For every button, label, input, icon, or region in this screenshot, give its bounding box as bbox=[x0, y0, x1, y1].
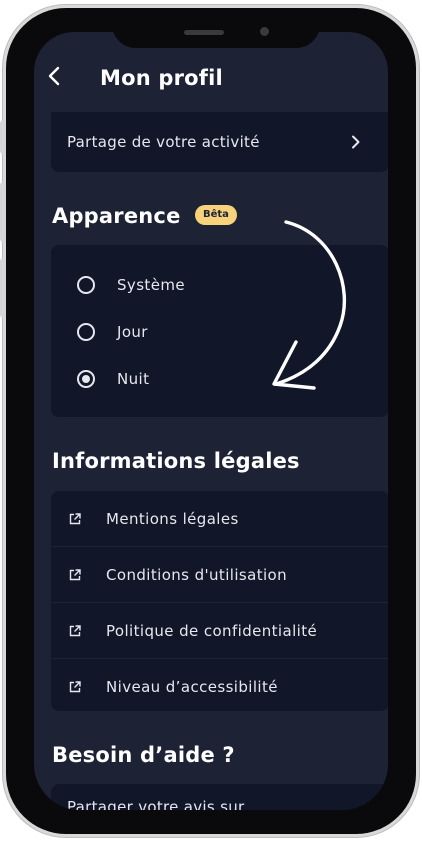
radio-button-system[interactable] bbox=[77, 276, 95, 294]
chevron-right-icon[interactable] bbox=[351, 809, 361, 810]
activity-sharing-row[interactable]: Partage de votre activité bbox=[51, 112, 388, 172]
legal-item-privacy[interactable]: Politique de confidentialité bbox=[51, 602, 388, 658]
external-link-icon bbox=[69, 512, 81, 524]
legal-item-conditions[interactable]: Conditions d'utilisation bbox=[51, 546, 388, 602]
phone-side-button bbox=[0, 120, 6, 154]
chevron-left-icon bbox=[48, 66, 60, 86]
back-button[interactable] bbox=[48, 66, 68, 92]
theme-option-label: Jour bbox=[117, 323, 148, 341]
external-link-icon bbox=[69, 624, 81, 636]
phone-side-button bbox=[0, 182, 6, 242]
phone-frame: Mon profil Partage de votre activité App… bbox=[0, 8, 416, 834]
legal-card: Mentions légales Conditions d'utilisatio… bbox=[51, 491, 388, 711]
theme-option-label: Système bbox=[117, 276, 185, 294]
legal-item-accessibility[interactable]: Niveau d’accessibilité bbox=[51, 658, 388, 714]
app-screen: Mon profil Partage de votre activité App… bbox=[34, 32, 388, 810]
theme-option-day[interactable]: Jour bbox=[77, 320, 148, 344]
activity-card: Partage de votre activité bbox=[51, 112, 388, 172]
external-link-icon bbox=[69, 568, 81, 580]
speaker-grille bbox=[184, 30, 224, 35]
legal-item-mentions[interactable]: Mentions légales bbox=[51, 491, 388, 546]
help-card: Partager votre avis sur l'application bbox=[51, 784, 388, 810]
feedback-row[interactable]: Partager votre avis sur l'application bbox=[67, 796, 317, 810]
legal-item-label: Niveau d’accessibilité bbox=[106, 677, 278, 696]
legal-item-label: Mentions légales bbox=[106, 509, 239, 528]
radio-button-day[interactable] bbox=[77, 323, 95, 341]
legal-title: Informations légales bbox=[52, 449, 300, 473]
external-link-icon bbox=[69, 680, 81, 692]
phone-side-button bbox=[0, 258, 6, 318]
chevron-right-icon bbox=[352, 135, 360, 149]
radio-button-night[interactable] bbox=[77, 370, 95, 388]
theme-option-system[interactable]: Système bbox=[77, 273, 185, 297]
feedback-label: Partager votre avis sur l'application bbox=[67, 798, 245, 810]
theme-option-label: Nuit bbox=[117, 370, 150, 388]
beta-badge: Bêta bbox=[195, 205, 237, 225]
legal-item-label: Politique de confidentialité bbox=[106, 621, 318, 640]
activity-sharing-label: Partage de votre activité bbox=[67, 133, 260, 151]
legal-item-label: Conditions d'utilisation bbox=[106, 565, 288, 584]
camera-icon bbox=[260, 27, 269, 36]
phone-notch bbox=[112, 8, 320, 48]
page-title: Mon profil bbox=[100, 66, 223, 90]
help-title: Besoin d’aide ? bbox=[52, 743, 235, 767]
appearance-title: Apparence bbox=[52, 204, 181, 228]
theme-option-night[interactable]: Nuit bbox=[77, 367, 149, 391]
